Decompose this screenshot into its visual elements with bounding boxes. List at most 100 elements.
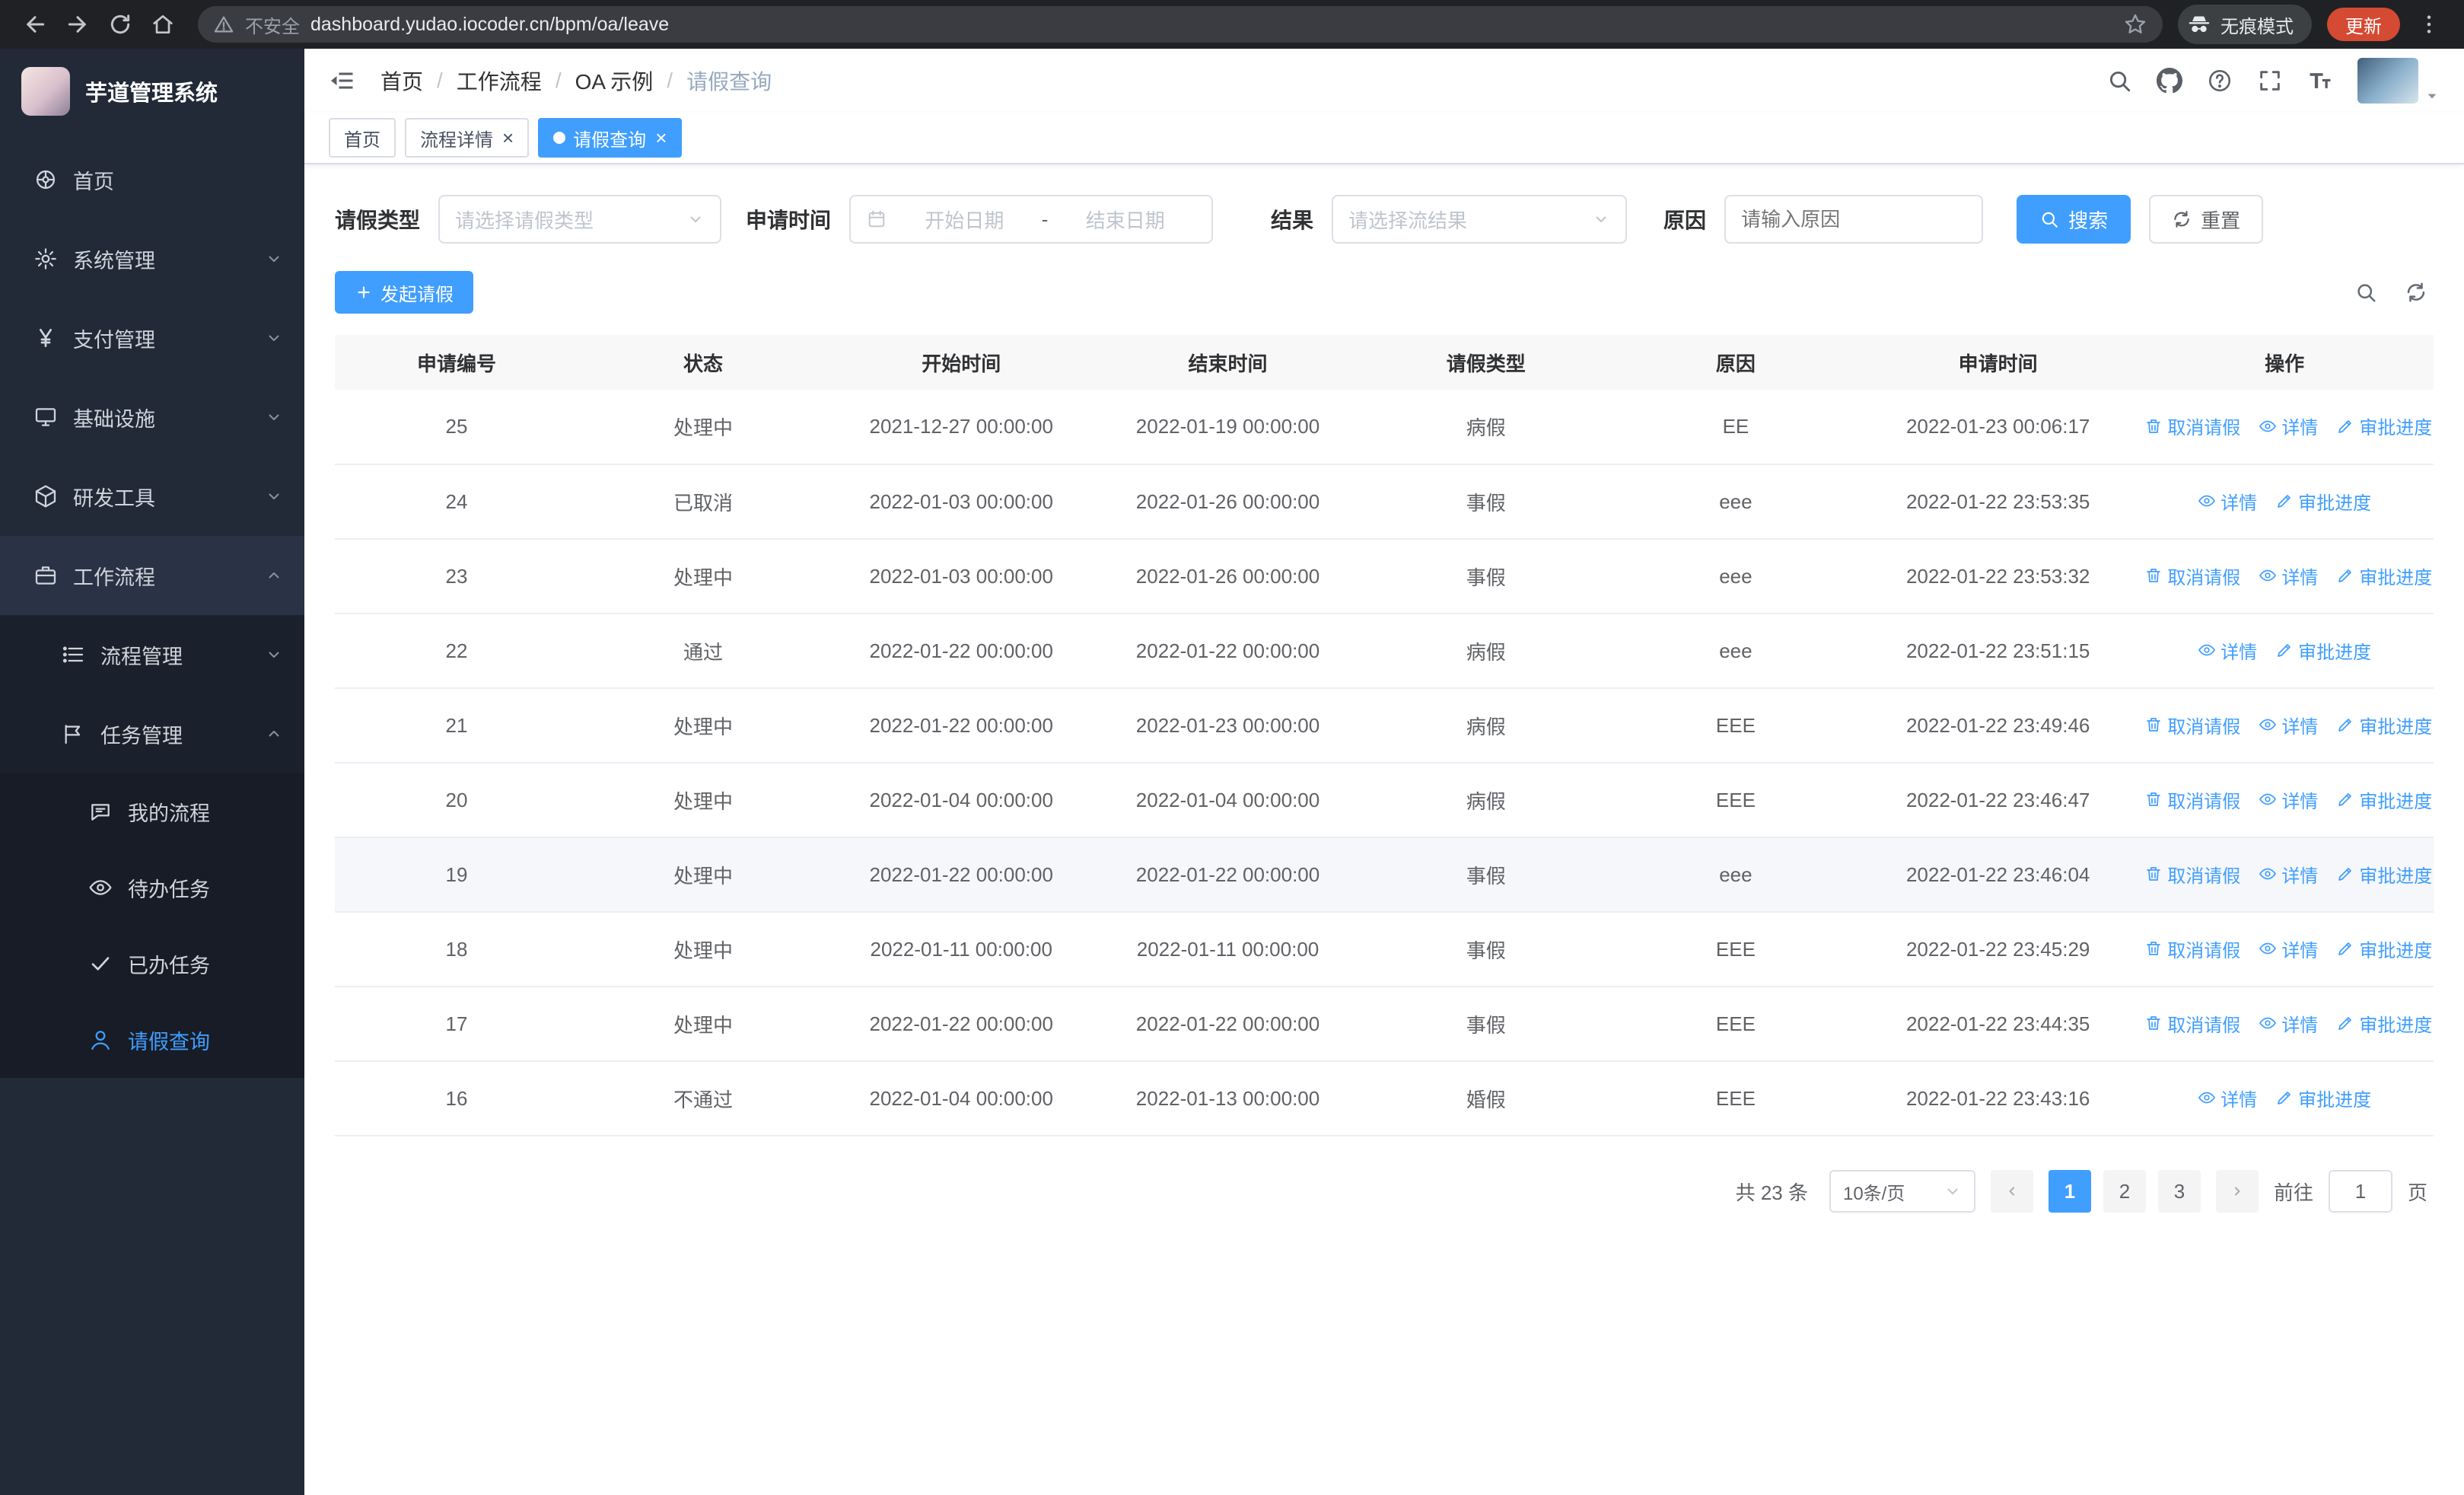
breadcrumb-item[interactable]: 首页 [380, 65, 423, 96]
table-row[interactable]: 18 处理中 2022-01-11 00:00:00 2022-01-11 00:00… [335, 912, 2434, 987]
detail-link[interactable]: 详情 [2198, 1085, 2257, 1111]
fullscreen-button[interactable] [2257, 68, 2283, 94]
approval-progress-link[interactable]: 审批进度 [2336, 786, 2432, 813]
action-label: 审批进度 [2298, 642, 2372, 663]
next-page-button[interactable] [2215, 1170, 2259, 1213]
table-row[interactable]: 22 通过 2022-01-22 00:00:00 2022-01-22 00:00:… [335, 614, 2434, 689]
table-row[interactable]: 19 处理中 2022-01-22 00:00:00 2022-01-22 00:00… [335, 837, 2434, 913]
cancel-leave-link[interactable]: 取消请假 [2144, 563, 2240, 589]
approval-progress-link[interactable]: 审批进度 [2336, 936, 2432, 962]
cancel-leave-link[interactable]: 取消请假 [2144, 413, 2240, 439]
page-button-2[interactable]: 2 [2103, 1170, 2146, 1213]
browser-menu-button[interactable] [2409, 5, 2449, 44]
reason-input[interactable] [1724, 195, 1984, 244]
url-bar[interactable]: 不安全 dashboard.yudao.iocoder.cn/bpm/oa/le… [198, 6, 2163, 43]
help-button[interactable] [2207, 68, 2233, 94]
page-size-select[interactable]: 10条/页 [1829, 1170, 1975, 1213]
browser-home-button[interactable] [143, 5, 183, 44]
browser-forward-button[interactable] [58, 5, 97, 44]
table-row[interactable]: 21 处理中 2022-01-22 00:00:00 2022-01-23 00:00… [335, 688, 2434, 763]
column-header: 状态 [578, 335, 829, 390]
cancel-leave-link[interactable]: 取消请假 [2144, 861, 2240, 888]
sidebar-item-workflow[interactable]: 工作流程 [0, 536, 304, 615]
sidebar-item-done-tasks[interactable]: 已办任务 [0, 926, 304, 1002]
browser-reload-button[interactable] [100, 5, 140, 44]
close-icon[interactable]: × [502, 128, 514, 148]
tab-leave-query[interactable]: 请假查询 × [538, 118, 683, 158]
reset-button[interactable]: 重置 [2149, 195, 2264, 244]
approval-progress-link[interactable]: 审批进度 [2275, 637, 2371, 664]
search-submit-button[interactable]: 搜索 [2017, 195, 2131, 244]
font-size-button[interactable] [2307, 68, 2333, 94]
briefcase-icon [33, 563, 58, 588]
cancel-leave-link[interactable]: 取消请假 [2144, 712, 2240, 738]
bookmark-star-icon[interactable] [2123, 12, 2147, 37]
sidebar-item-system[interactable]: 系统管理 [0, 219, 304, 298]
table-row[interactable]: 25 处理中 2021-12-27 00:00:00 2022-01-19 00:00… [335, 390, 2434, 465]
sidebar-menu: 首页 系统管理 支付管理 基础设施 研发工具 工作流程 流程管理 任务管理 我的流程 待办任务 已办… [0, 134, 304, 1078]
detail-link[interactable]: 详情 [2198, 488, 2257, 515]
sidebar-item-leave-query[interactable]: 请假查询 [0, 1002, 304, 1078]
app-logo[interactable]: 芋道管理系统 [0, 49, 304, 134]
apply-time-range-picker[interactable]: 开始日期 - 结束日期 [849, 195, 1214, 244]
header-search-button[interactable] [2106, 68, 2132, 94]
approval-progress-link[interactable]: 审批进度 [2336, 861, 2432, 888]
detail-link[interactable]: 详情 [2259, 413, 2318, 439]
toggle-search-button[interactable] [2354, 281, 2377, 304]
detail-link[interactable]: 详情 [2198, 637, 2257, 664]
sidebar-item-task-mgmt[interactable]: 任务管理 [0, 694, 304, 773]
breadcrumb-separator: / [437, 69, 443, 92]
breadcrumb-item[interactable]: 工作流程 [457, 65, 542, 96]
page-button-3[interactable]: 3 [2157, 1170, 2201, 1213]
sidebar-collapse-button[interactable] [329, 67, 356, 94]
tabbar: 首页 流程详情 × 请假查询 × [304, 113, 2464, 164]
cancel-leave-link[interactable]: 取消请假 [2144, 786, 2240, 813]
breadcrumb-item[interactable]: OA 示例 [575, 65, 654, 96]
sidebar-item-home[interactable]: 首页 [0, 140, 304, 219]
result-select[interactable]: 请选择流结果 [1332, 195, 1628, 244]
create-leave-button[interactable]: 发起请假 [335, 271, 473, 314]
approval-progress-link[interactable]: 审批进度 [2336, 563, 2432, 589]
browser-back-button[interactable] [15, 5, 55, 44]
sidebar-item-devtools[interactable]: 研发工具 [0, 457, 304, 536]
approval-progress-link[interactable]: 审批进度 [2336, 712, 2432, 738]
incognito-icon [2187, 12, 2211, 37]
detail-link[interactable]: 详情 [2259, 861, 2318, 888]
update-button[interactable]: 更新 [2327, 8, 2400, 41]
page-button-1[interactable]: 1 [2048, 1170, 2091, 1213]
cancel-leave-link[interactable]: 取消请假 [2144, 1010, 2240, 1037]
sidebar-item-payment[interactable]: 支付管理 [0, 298, 304, 378]
close-icon[interactable]: × [655, 128, 667, 148]
detail-link[interactable]: 详情 [2259, 563, 2318, 589]
table-row[interactable]: 23 处理中 2022-01-03 00:00:00 2022-01-26 00:00… [335, 539, 2434, 614]
approval-progress-link[interactable]: 审批进度 [2275, 1085, 2371, 1111]
cell-id: 16 [335, 1061, 578, 1136]
user-avatar-menu[interactable] [2357, 58, 2440, 104]
table-row[interactable]: 24 已取消 2022-01-03 00:00:00 2022-01-26 00:00… [335, 464, 2434, 540]
github-button[interactable] [2157, 68, 2182, 94]
cancel-leave-link[interactable]: 取消请假 [2144, 936, 2240, 962]
approval-progress-link[interactable]: 审批进度 [2336, 1010, 2432, 1037]
sidebar-item-my-process[interactable]: 我的流程 [0, 773, 304, 850]
table-row[interactable]: 20 处理中 2022-01-04 00:00:00 2022-01-04 00:00… [335, 763, 2434, 838]
detail-link[interactable]: 详情 [2259, 786, 2318, 813]
sidebar-item-process-mgmt[interactable]: 流程管理 [0, 615, 304, 694]
leave-type-select[interactable]: 请选择请假类型 [438, 195, 722, 244]
sidebar-item-todo-tasks[interactable]: 待办任务 [0, 850, 304, 926]
table-row[interactable]: 17 处理中 2022-01-22 00:00:00 2022-01-22 00:00… [335, 987, 2434, 1062]
goto-page-input[interactable] [2328, 1170, 2392, 1213]
detail-link[interactable]: 详情 [2259, 712, 2318, 738]
sidebar-item-infrastructure[interactable]: 基础设施 [0, 378, 304, 457]
approval-progress-link[interactable]: 审批进度 [2336, 413, 2432, 439]
prev-page-button[interactable] [1990, 1170, 2033, 1213]
cell-applied: 2022-01-22 23:46:47 [1861, 763, 2136, 838]
tab-home[interactable]: 首页 [329, 118, 396, 158]
approval-progress-link[interactable]: 审批进度 [2275, 488, 2371, 515]
cell-status: 处理中 [578, 539, 829, 614]
edit-icon [2336, 1014, 2354, 1032]
detail-link[interactable]: 详情 [2259, 1010, 2318, 1037]
detail-link[interactable]: 详情 [2259, 936, 2318, 962]
refresh-table-button[interactable] [2405, 281, 2427, 304]
tab-process-detail[interactable]: 流程详情 × [405, 118, 530, 158]
table-row[interactable]: 16 不通过 2022-01-04 00:00:00 2022-01-13 00:00… [335, 1061, 2434, 1136]
